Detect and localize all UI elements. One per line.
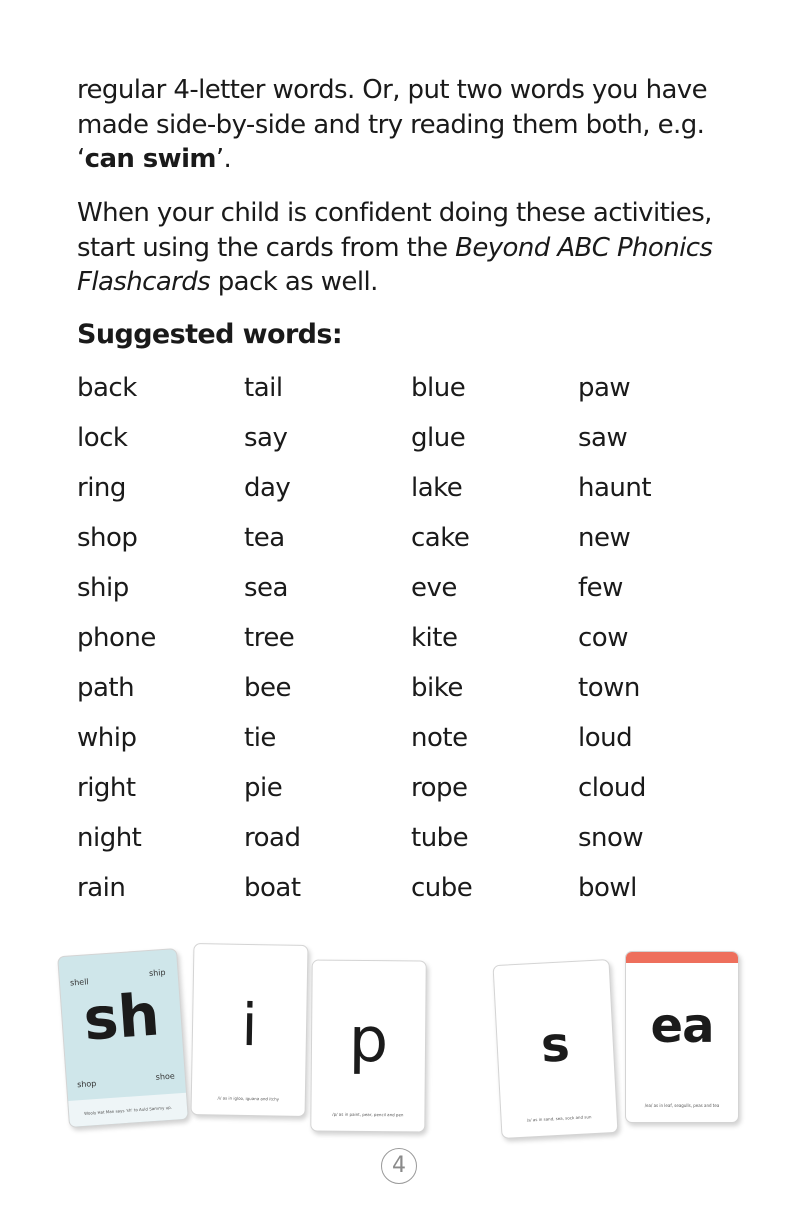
suggested-word: saw <box>578 423 628 453</box>
suggested-word: path <box>77 673 135 703</box>
suggested-word: say <box>244 423 288 453</box>
card-glyph: p <box>348 1002 389 1077</box>
suggested-word: bee <box>244 673 292 703</box>
page-number: 4 <box>381 1148 417 1184</box>
flashcard-ea: ea /ea/ as in leaf, seagulls, peas and t… <box>625 951 739 1123</box>
card-accent-bar <box>626 952 738 963</box>
card-caption: /s/ as in sand, sea, sock and sun <box>526 1114 592 1123</box>
suggested-word: lock <box>77 423 128 453</box>
suggested-word: sea <box>244 573 288 603</box>
suggested-word: shop <box>77 523 138 553</box>
suggested-word: tree <box>244 623 295 653</box>
suggested-word: tea <box>244 523 285 553</box>
suggested-word: rain <box>77 873 126 903</box>
word-row: right pie rope cloud <box>77 765 757 815</box>
flashcard-s: s /s/ as in sand, sea, sock and sun <box>492 959 619 1139</box>
suggested-word: paw <box>578 373 631 403</box>
card-caption: /ea/ as in leaf, seagulls, peas and tea <box>644 1103 720 1108</box>
suggested-word: eve <box>411 573 457 603</box>
word-row: night road tube snow <box>77 815 757 865</box>
suggested-word: bowl <box>578 873 637 903</box>
card-glyph: i <box>240 990 259 1060</box>
suggested-word: tie <box>244 723 276 753</box>
word-row: back tail blue paw <box>77 365 757 415</box>
suggested-word: town <box>578 673 640 703</box>
word-row: phone tree kite cow <box>77 615 757 665</box>
word-grid: back tail blue paw lock say glue saw ring day lake… <box>77 365 757 915</box>
suggested-word: night <box>77 823 142 853</box>
word-row: shop tea cake new <box>77 515 757 565</box>
section-heading: Suggested words: <box>77 319 343 350</box>
suggested-word: lake <box>411 473 463 503</box>
word-row: ship sea eve few <box>77 565 757 615</box>
card-picture-label: ship <box>148 967 166 979</box>
suggested-word: cake <box>411 523 470 553</box>
suggested-word: boat <box>244 873 301 903</box>
suggested-word: cow <box>578 623 628 653</box>
word-row: path bee bike town <box>77 665 757 715</box>
suggested-word: snow <box>578 823 644 853</box>
intro-paragraph-1: regular 4-letter words. Or, put two word… <box>77 73 727 177</box>
suggested-word: ship <box>77 573 129 603</box>
suggested-word: phone <box>77 623 156 653</box>
card-caption: /i/ as in igloo, iguana and itchy <box>217 1095 280 1102</box>
suggested-word: haunt <box>578 473 652 503</box>
suggested-word: loud <box>578 723 633 753</box>
suggested-word: note <box>411 723 468 753</box>
suggested-word: bike <box>411 673 463 703</box>
suggested-word: few <box>578 573 623 603</box>
flashcard-i: i /i/ as in igloo, iguana and itchy <box>190 943 309 1117</box>
word-row: ring day lake haunt <box>77 465 757 515</box>
word-row: rain boat cube bowl <box>77 865 757 915</box>
suggested-word: cube <box>411 873 473 903</box>
card-glyph: s <box>539 1016 572 1074</box>
paragraph-text: ’. <box>215 144 232 174</box>
suggested-word: new <box>578 523 631 553</box>
card-picture-label: shoe <box>155 1071 176 1082</box>
suggested-word: whip <box>77 723 137 753</box>
suggested-word: right <box>77 773 136 803</box>
suggested-word: cloud <box>578 773 646 803</box>
suggested-word: tail <box>244 373 283 403</box>
suggested-word: tube <box>411 823 469 853</box>
card-glyph: sh <box>81 980 162 1054</box>
flashcard-p: p /p/ as in paint, pear, pencil and pen <box>310 959 427 1133</box>
card-picture-label: shop <box>76 1078 97 1090</box>
suggested-word: day <box>244 473 291 503</box>
intro-paragraph-2: When your child is confident doing these… <box>77 196 727 300</box>
suggested-word: kite <box>411 623 458 653</box>
suggested-word: pie <box>244 773 283 803</box>
suggested-word: back <box>77 373 137 403</box>
suggested-word: road <box>244 823 301 853</box>
word-row: lock say glue saw <box>77 415 757 465</box>
suggested-word: glue <box>411 423 466 453</box>
paragraph-text: pack as well. <box>210 267 379 297</box>
flashcard-sh: shell ship sh shop shoe Wooly Hat Man sa… <box>57 948 189 1128</box>
suggested-word: blue <box>411 373 466 403</box>
card-glyph: ea <box>650 998 715 1054</box>
example-phrase: can swim <box>84 144 217 174</box>
suggested-word: ring <box>77 473 126 503</box>
word-row: whip tie note loud <box>77 715 757 765</box>
card-caption: /p/ as in paint, pear, pencil and pen <box>332 1111 404 1118</box>
suggested-word: rope <box>411 773 468 803</box>
